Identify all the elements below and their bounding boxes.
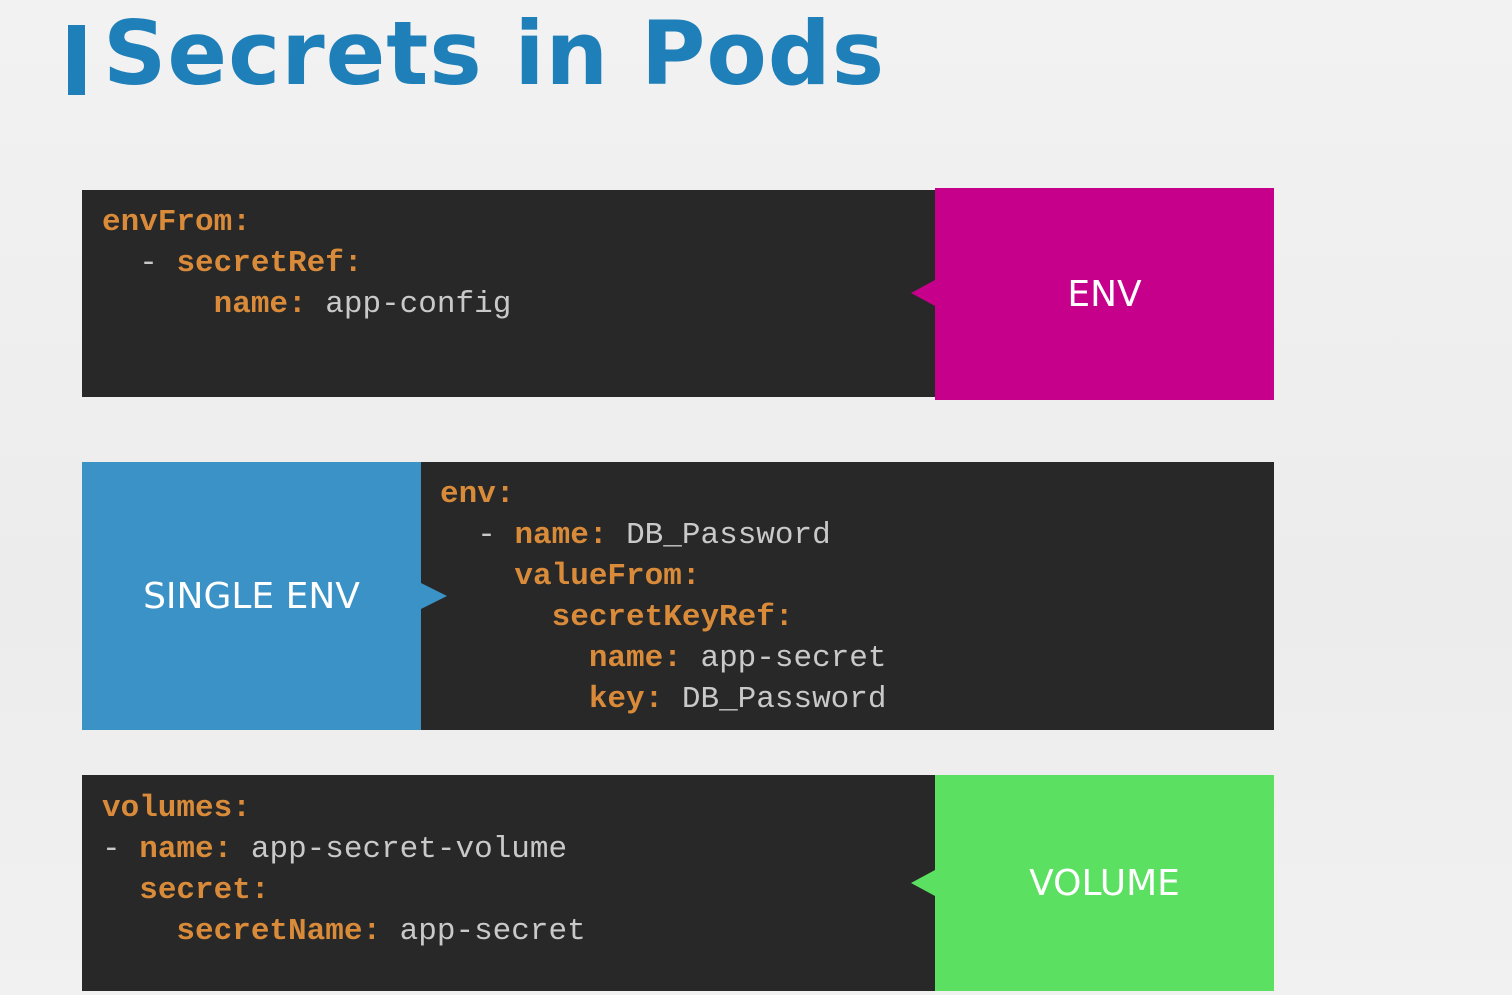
yaml-colon: :: [588, 518, 608, 553]
list-dash: -: [139, 246, 177, 281]
yaml-colon: :: [232, 205, 251, 240]
yaml-colon: :: [644, 682, 664, 717]
yaml-key: valueFrom: [514, 559, 682, 594]
yaml-colon: :: [343, 246, 363, 281]
list-dash: -: [102, 832, 140, 867]
yaml-value: app-secret: [700, 641, 887, 676]
yaml-colon: :: [663, 641, 682, 676]
code-line: volumes:: [102, 788, 586, 829]
title-accent-bar: [68, 25, 85, 95]
code-line: secretKeyRef:: [440, 597, 887, 638]
yaml-colon: :: [362, 914, 382, 949]
env-tag-label: ENV: [1067, 273, 1142, 315]
yaml-colon: :: [681, 559, 701, 594]
yaml-colon: :: [250, 873, 270, 908]
yaml-key: env: [440, 477, 496, 512]
yaml-value: app-secret-volume: [250, 832, 568, 867]
volume-tag-label: VOLUME: [1029, 862, 1180, 904]
single-env-code-panel: SINGLE ENV env: - name: DB_Password valu…: [82, 462, 1274, 730]
code-line: envFrom:: [102, 202, 511, 243]
yaml-key: name: [514, 518, 589, 553]
code-block-single-env: env: - name: DB_Password valueFrom: secr…: [440, 474, 887, 720]
code-line: - name: app-secret-volume: [102, 829, 586, 870]
yaml-colon: :: [495, 477, 515, 512]
code-line: - name: DB_Password: [440, 515, 887, 556]
yaml-value: app-config: [325, 287, 512, 322]
code-line: name: app-secret: [440, 638, 887, 679]
yaml-key: secret: [139, 873, 251, 908]
volume-tag: VOLUME: [911, 775, 1274, 991]
code-line: env:: [440, 474, 887, 515]
yaml-key: volumes: [102, 791, 233, 826]
pointer-arrow-icon: [911, 870, 935, 896]
yaml-key: name: [588, 641, 664, 676]
yaml-colon: :: [774, 600, 794, 635]
code-line: - secretRef:: [102, 243, 511, 284]
yaml-key: envFrom: [102, 205, 233, 240]
yaml-key: name: [139, 832, 214, 867]
yaml-key: name: [213, 287, 289, 322]
page-title: Secrets in Pods: [103, 2, 886, 105]
single-env-tag-label: SINGLE ENV: [143, 575, 360, 617]
volume-code-panel: volumes: - name: app-secret-volume secret…: [82, 775, 1274, 991]
yaml-value: DB_Password: [626, 518, 831, 553]
yaml-value: DB_Password: [681, 682, 887, 717]
code-line: name: app-config: [102, 284, 512, 325]
yaml-colon: :: [213, 832, 233, 867]
code-block-env: envFrom: - secretRef: name: app-config: [102, 202, 511, 325]
yaml-colon: :: [232, 791, 251, 826]
env-tag: ENV: [911, 188, 1274, 400]
list-dash: -: [477, 518, 515, 553]
code-line: key: DB_Password: [440, 679, 887, 720]
code-line: secret:: [102, 870, 586, 911]
code-block-volume: volumes: - name: app-secret-volume secret…: [102, 788, 586, 952]
pointer-arrow-icon: [911, 280, 935, 306]
single-env-tag: SINGLE ENV: [82, 462, 447, 730]
code-line: secretName: app-secret: [102, 911, 586, 952]
yaml-key: secretKeyRef: [551, 600, 775, 635]
env-from-code-panel: envFrom: - secretRef: name: app-config E…: [82, 188, 1274, 400]
yaml-colon: :: [288, 287, 307, 322]
yaml-value: app-secret: [399, 914, 586, 949]
yaml-key: secretRef: [176, 246, 344, 281]
code-line: valueFrom:: [440, 556, 887, 597]
yaml-key: secretName: [176, 914, 363, 949]
yaml-key: key: [588, 682, 645, 717]
